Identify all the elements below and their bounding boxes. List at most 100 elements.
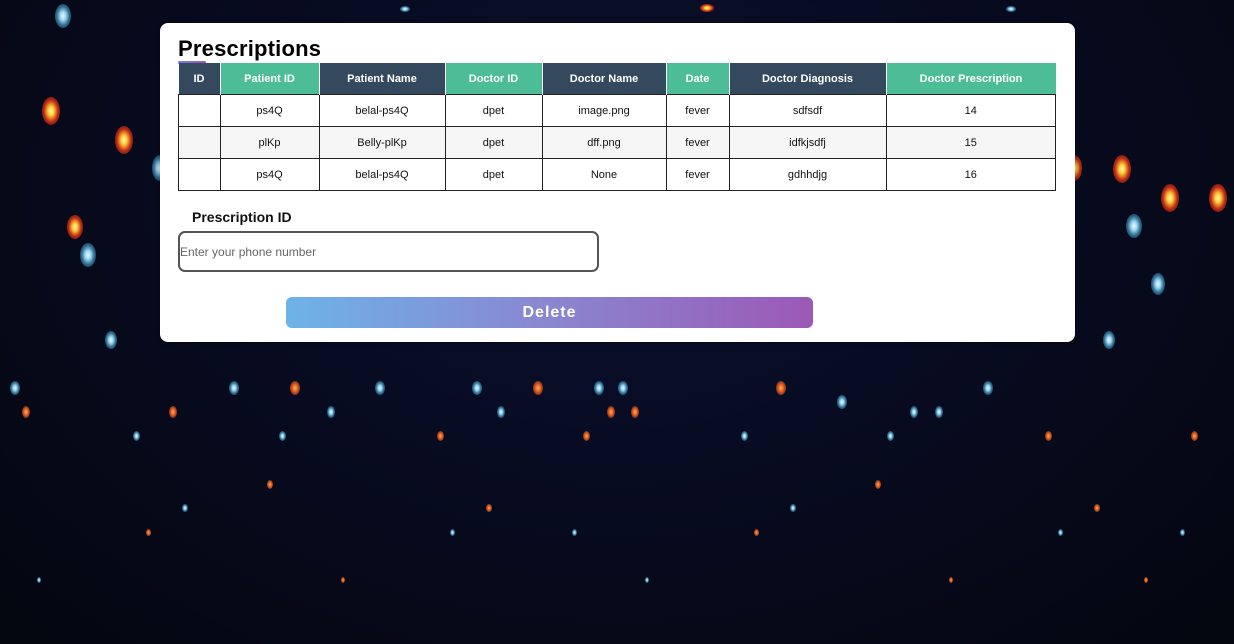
- cell-patient-name: Belly-plKp: [318, 126, 446, 159]
- cell-doctor-name: None: [541, 158, 667, 191]
- background-light: [645, 577, 649, 583]
- background-light: [607, 406, 615, 418]
- background-light: [327, 406, 335, 418]
- prescriptions-card: Prescriptions ID Patient ID Patient Name…: [160, 23, 1075, 342]
- cell-patient-id: ps4Q: [219, 158, 320, 191]
- background-light: [741, 431, 748, 441]
- background-light: [1103, 331, 1115, 349]
- background-light: [949, 577, 953, 583]
- cell-doctor-diagnosis: sdfsdf: [728, 94, 887, 127]
- cell-patient-name: belal-ps4Q: [318, 94, 446, 127]
- background-light: [1180, 529, 1185, 536]
- background-light: [229, 381, 239, 395]
- background-light: [400, 6, 410, 12]
- background-light: [437, 431, 444, 441]
- background-light: [341, 577, 345, 583]
- prescription-id-label: Prescription ID: [192, 209, 292, 225]
- background-light: [267, 480, 273, 489]
- cell-date: fever: [665, 158, 730, 191]
- background-light: [618, 381, 628, 395]
- cell-doctor-diagnosis: idfkjsdfj: [728, 126, 887, 159]
- table-row: ps4Q belal-ps4Q dpet image.png fever sdf…: [178, 94, 1056, 127]
- background-light: [486, 504, 492, 512]
- background-light: [375, 381, 385, 395]
- background-light: [875, 480, 881, 489]
- background-light: [983, 381, 993, 395]
- background-light: [776, 381, 786, 395]
- cell-doctor-prescription: 16: [885, 158, 1056, 191]
- cell-doctor-name: dff.png: [541, 126, 667, 159]
- background-light: [1045, 431, 1052, 441]
- prescriptions-table: ID Patient ID Patient Name Doctor ID Doc…: [178, 63, 1056, 191]
- prescription-id-input[interactable]: [178, 231, 599, 272]
- background-light: [1006, 6, 1016, 12]
- background-light: [42, 97, 60, 125]
- background-light: [146, 529, 151, 536]
- background-light: [1126, 214, 1142, 238]
- column-header-doctor-diagnosis: Doctor Diagnosis: [729, 63, 887, 95]
- background-light: [1161, 184, 1179, 212]
- background-light: [450, 529, 455, 536]
- column-header-patient-name: Patient Name: [319, 63, 446, 95]
- background-light: [594, 381, 604, 395]
- delete-button[interactable]: Delete: [286, 297, 813, 328]
- cell-doctor-prescription: 15: [885, 126, 1056, 159]
- background-light: [67, 215, 83, 239]
- background-light: [169, 406, 177, 418]
- cell-doctor-name: image.png: [541, 94, 667, 127]
- background-light: [80, 243, 96, 267]
- background-light: [910, 406, 918, 418]
- column-header-doctor-name: Doctor Name: [542, 63, 667, 95]
- background-light: [1144, 577, 1148, 583]
- cell-doctor-id: dpet: [444, 126, 543, 159]
- background-light: [497, 406, 505, 418]
- cell-patient-id: plKp: [219, 126, 320, 159]
- cell-doctor-prescription: 14: [885, 94, 1056, 127]
- background-light: [1151, 273, 1165, 295]
- background-light: [10, 381, 20, 395]
- background-light: [290, 381, 300, 395]
- background-light: [105, 331, 117, 349]
- background-light: [1113, 155, 1131, 183]
- background-light: [1094, 504, 1100, 512]
- background-light: [55, 4, 71, 28]
- background-light: [935, 406, 943, 418]
- background-light: [700, 4, 714, 12]
- table-row: ps4Q belal-ps4Q dpet None fever gdhhdjg …: [178, 158, 1056, 191]
- background-light: [133, 431, 140, 441]
- background-light: [1058, 529, 1063, 536]
- cell-patient-name: belal-ps4Q: [318, 158, 446, 191]
- cell-doctor-id: dpet: [444, 94, 543, 127]
- background-light: [533, 381, 543, 395]
- background-light: [182, 504, 188, 512]
- background-light: [887, 431, 894, 441]
- background-light: [115, 126, 133, 154]
- background-light: [754, 529, 759, 536]
- background-light: [583, 431, 590, 441]
- cell-doctor-diagnosis: gdhhdjg: [728, 158, 887, 191]
- column-header-doctor-prescription: Doctor Prescription: [886, 63, 1056, 95]
- cell-patient-id: ps4Q: [219, 94, 320, 127]
- background-light: [572, 529, 577, 536]
- cell-date: fever: [665, 126, 730, 159]
- background-light: [1191, 431, 1198, 441]
- table-row: plKp Belly-plKp dpet dff.png fever idfkj…: [178, 126, 1056, 159]
- background-light: [279, 431, 286, 441]
- column-header-doctor-id: Doctor ID: [445, 63, 543, 95]
- cell-id: [178, 158, 221, 191]
- page-title: Prescriptions: [178, 36, 322, 61]
- background-light: [631, 406, 639, 418]
- cell-doctor-id: dpet: [444, 158, 543, 191]
- background-light: [22, 406, 30, 418]
- background-light: [790, 504, 796, 512]
- cell-id: [178, 94, 221, 127]
- column-header-date: Date: [666, 63, 730, 95]
- background-light: [1209, 184, 1227, 212]
- column-header-patient-id: Patient ID: [220, 63, 320, 95]
- table-header-row: ID Patient ID Patient Name Doctor ID Doc…: [178, 63, 1056, 95]
- background-light: [472, 381, 482, 395]
- background-light: [37, 577, 41, 583]
- cell-date: fever: [665, 94, 730, 127]
- cell-id: [178, 126, 221, 159]
- column-header-id: ID: [178, 63, 221, 95]
